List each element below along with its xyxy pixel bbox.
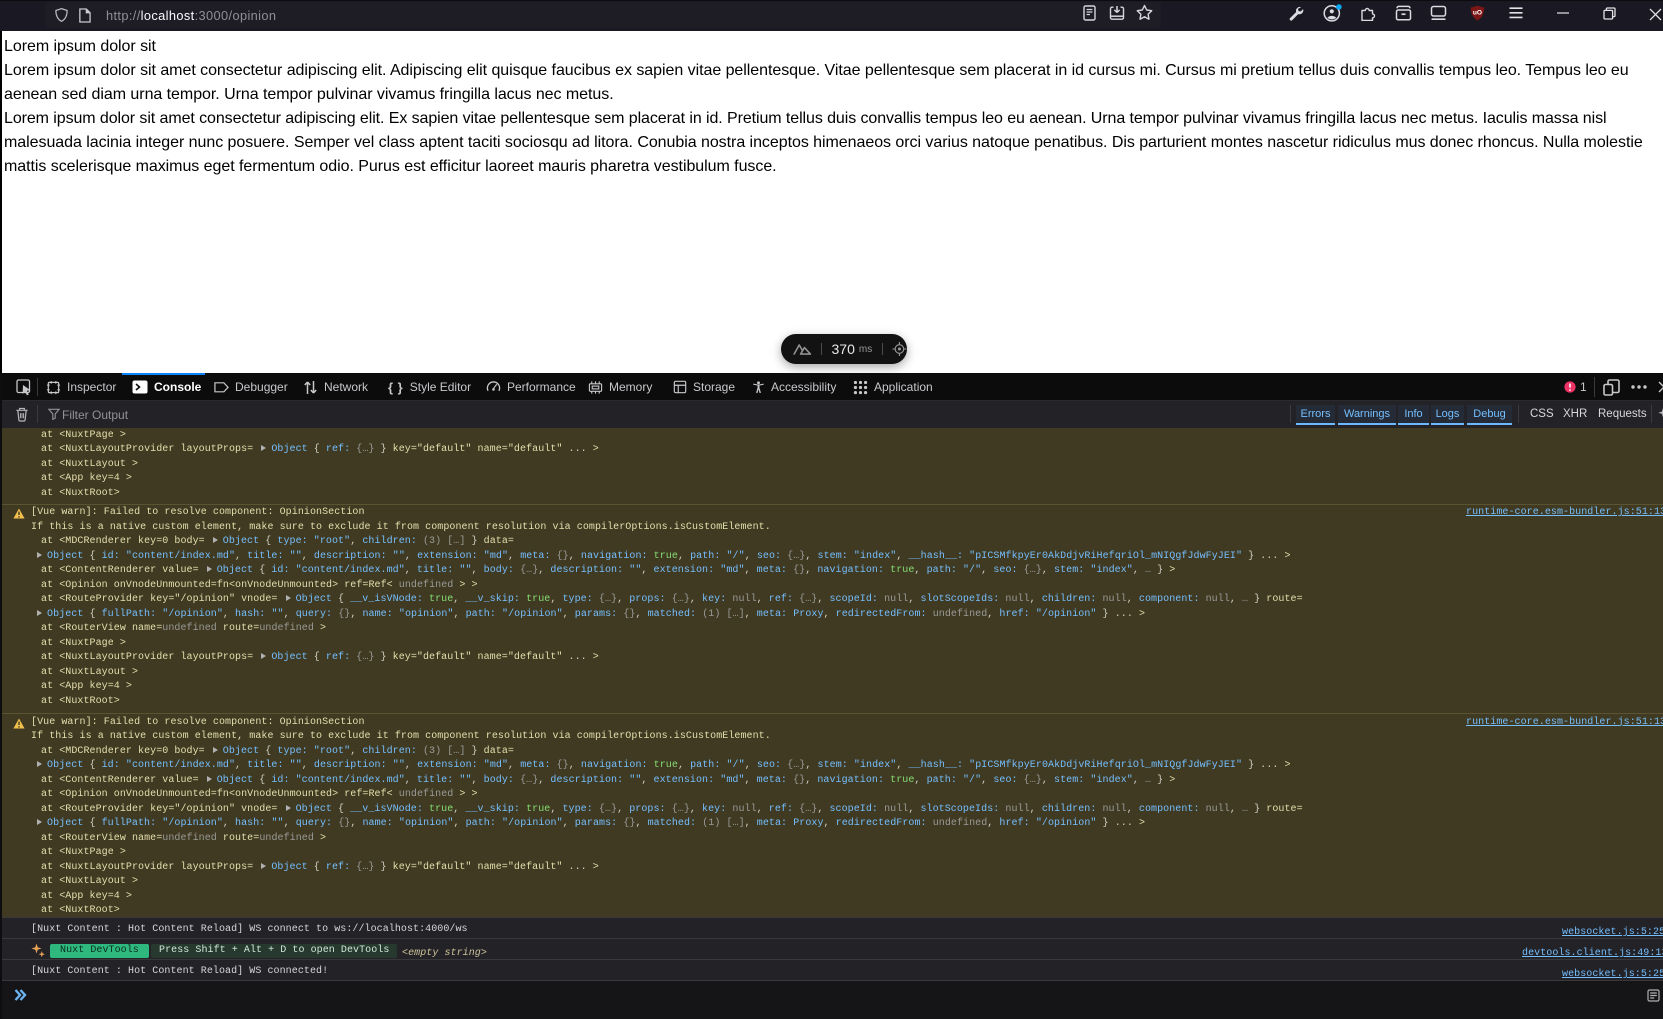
svg-text:uO: uO	[1473, 10, 1482, 17]
